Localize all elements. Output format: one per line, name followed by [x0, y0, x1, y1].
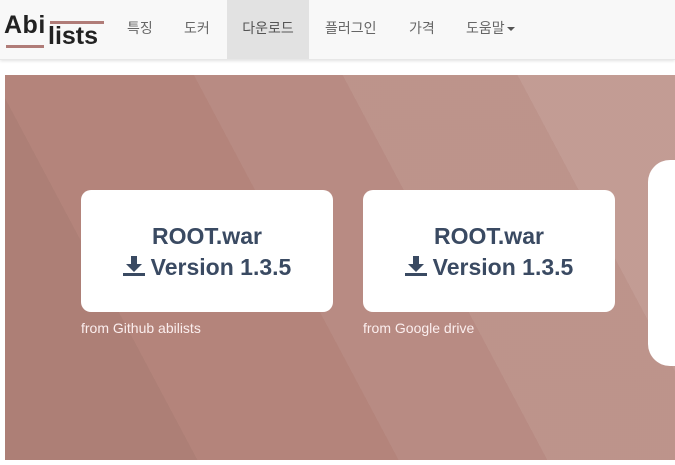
nav-item-download[interactable]: 다운로드: [227, 0, 309, 59]
download-card-github[interactable]: ROOT.war Version 1.3.5: [81, 190, 333, 312]
card-caption-google-drive: from Google drive: [363, 320, 475, 336]
download-card-google-drive[interactable]: ROOT.war Version 1.3.5: [363, 190, 615, 312]
logo-text-lists: lists: [48, 22, 99, 50]
abilists-logo[interactable]: Abi lists: [4, 11, 104, 51]
card-title: ROOT.war: [152, 223, 262, 249]
card-title: ROOT.war: [434, 223, 544, 249]
nav-item-help-dropdown[interactable]: 도움말: [466, 0, 515, 59]
logo-bar: [6, 45, 44, 48]
nav-item-docker[interactable]: 도커: [184, 0, 210, 59]
download-icon: [404, 256, 427, 276]
top-navbar: Abi lists 특징 도커 다운로드 플러그인 가격 도움말: [0, 0, 675, 60]
card-version: Version 1.3.5: [81, 254, 333, 281]
card-caption-github: from Github abilists: [81, 320, 201, 336]
download-card-partial[interactable]: [648, 160, 675, 366]
logo-text-abi: Abi: [4, 11, 46, 39]
nav-item-help-label: 도움말: [466, 21, 505, 37]
nav-item-features[interactable]: 특징: [127, 0, 153, 59]
version-label: Version 1.3.5: [150, 254, 292, 280]
caret-down-icon: [506, 27, 515, 31]
download-hero: ROOT.war Version 1.3.5 from Github abili…: [5, 75, 675, 460]
download-icon: [122, 256, 145, 276]
version-label: Version 1.3.5: [432, 254, 574, 280]
nav-item-pricing[interactable]: 가격: [409, 0, 435, 59]
nav-item-plugin[interactable]: 플러그인: [325, 0, 377, 59]
card-version: Version 1.3.5: [363, 254, 615, 281]
